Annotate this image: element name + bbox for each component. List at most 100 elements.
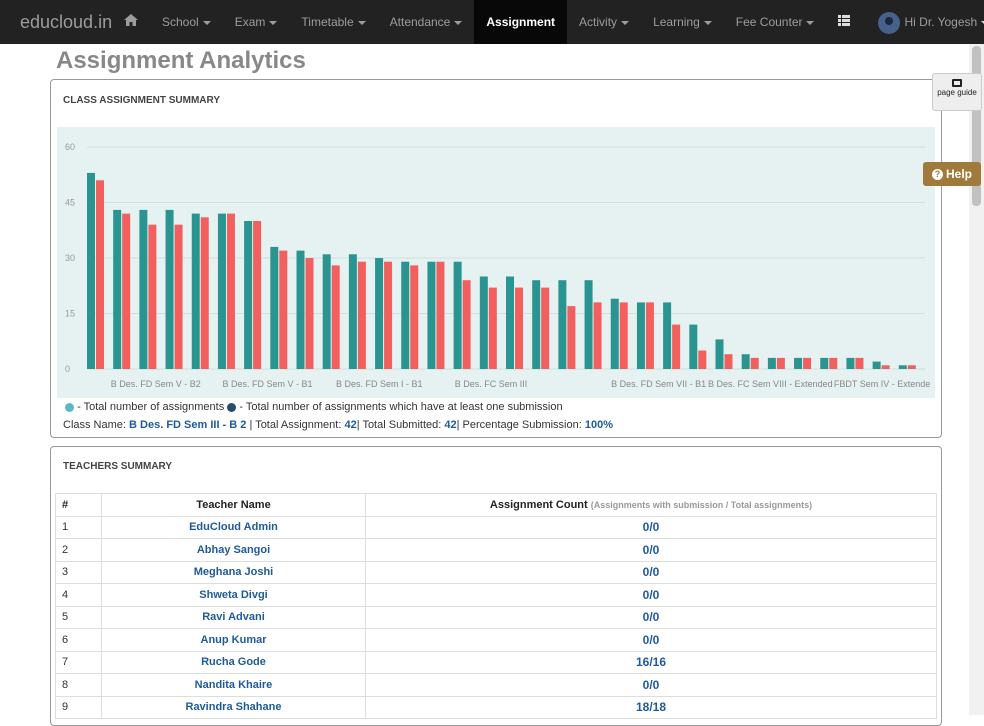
- bar-series-1[interactable]: [226, 213, 235, 369]
- bar-series-0[interactable]: [296, 250, 305, 369]
- teacher-name-link[interactable]: Meghana Joshi: [101, 560, 366, 584]
- bar-series-0[interactable]: [767, 357, 776, 369]
- nav-timetable[interactable]: Timetable: [289, 0, 377, 44]
- table-row: 6 Anup Kumar 0/0: [55, 628, 937, 652]
- nav-fee-counter[interactable]: Fee Counter: [724, 0, 827, 44]
- bar-series-1[interactable]: [750, 357, 759, 369]
- bar-series-0[interactable]: [375, 258, 384, 369]
- bar-series-1[interactable]: [698, 350, 707, 370]
- bar-series-0[interactable]: [322, 254, 331, 369]
- bar-series-1[interactable]: [384, 261, 393, 369]
- assignment-count: 16/16: [365, 650, 937, 674]
- bar-series-0[interactable]: [584, 280, 593, 369]
- table-row: 2 Abhay Sangoi 0/0: [55, 538, 937, 562]
- bar-series-1[interactable]: [829, 357, 838, 369]
- bar-series-1[interactable]: [96, 180, 104, 369]
- bar-series-1[interactable]: [672, 324, 681, 369]
- bar-series-1[interactable]: [855, 357, 864, 369]
- bar-series-0[interactable]: [794, 357, 803, 369]
- bar-series-0[interactable]: [479, 276, 488, 370]
- bar-series-0[interactable]: [610, 298, 619, 369]
- teacher-name-link[interactable]: Ravindra Shahane: [101, 695, 366, 719]
- bar-series-0[interactable]: [846, 357, 855, 369]
- bar-series-0[interactable]: [113, 209, 122, 369]
- teacher-name-link[interactable]: EduCloud Admin: [101, 515, 366, 539]
- nav-attendance[interactable]: Attendance: [378, 0, 475, 44]
- bar-series-1[interactable]: [619, 302, 628, 369]
- bar-series-0[interactable]: [558, 280, 567, 369]
- bar-series-1[interactable]: [279, 250, 288, 369]
- table-header-row: # Teacher Name Assignment Count (Assignm…: [55, 493, 937, 517]
- teacher-name-link[interactable]: Abhay Sangoi: [101, 538, 366, 562]
- bar-series-0[interactable]: [636, 302, 645, 369]
- bar-series-0[interactable]: [87, 172, 95, 369]
- bar-series-1[interactable]: [331, 265, 340, 369]
- bar-series-1[interactable]: [803, 357, 812, 369]
- bar-series-0[interactable]: [820, 357, 829, 369]
- bar-series-1[interactable]: [410, 265, 419, 369]
- bar-series-1[interactable]: [567, 306, 576, 369]
- bar-series-1[interactable]: [881, 365, 890, 369]
- bar-series-0[interactable]: [427, 261, 436, 369]
- bar-series-0[interactable]: [506, 276, 514, 370]
- bar-series-1[interactable]: [305, 258, 314, 369]
- avatar: [878, 11, 901, 34]
- bar-series-1[interactable]: [593, 302, 602, 369]
- bar-series-0[interactable]: [715, 339, 724, 369]
- bar-series-0[interactable]: [663, 302, 672, 369]
- bar-series-0[interactable]: [898, 365, 907, 369]
- total-submitted-label: Total Submitted:: [362, 419, 442, 431]
- nav-assignment[interactable]: Assignment: [474, 0, 568, 44]
- bar-series-1[interactable]: [357, 261, 366, 369]
- nav-learning[interactable]: Learning: [641, 0, 724, 44]
- bar-series-1[interactable]: [436, 261, 445, 369]
- user-menu[interactable]: Hi Dr. Yogesh: [862, 0, 984, 44]
- teacher-name-link[interactable]: Anup Kumar: [101, 628, 366, 652]
- bar-series-0[interactable]: [872, 361, 881, 369]
- teacher-name-link[interactable]: Ravi Advani: [101, 605, 366, 629]
- nav-exam[interactable]: Exam: [223, 0, 290, 44]
- bar-series-1[interactable]: [122, 213, 131, 369]
- page-guide-button[interactable]: page guide: [932, 73, 982, 111]
- bar-series-1[interactable]: [462, 280, 471, 369]
- bar-series-1[interactable]: [907, 365, 916, 369]
- bar-series-0[interactable]: [139, 209, 148, 369]
- bar-series-1[interactable]: [515, 287, 523, 369]
- bar-series-1[interactable]: [174, 224, 183, 369]
- home-icon[interactable]: [112, 0, 150, 44]
- bar-series-0[interactable]: [244, 221, 253, 369]
- bar-series-0[interactable]: [165, 209, 174, 369]
- bar-series-0[interactable]: [741, 354, 750, 369]
- bar-series-0[interactable]: [217, 213, 226, 369]
- assignment-count-subheader: (Assignments with submission / Total ass…: [590, 499, 813, 510]
- teachers-summary-title: TEACHERS SUMMARY: [63, 461, 173, 472]
- bar-series-0[interactable]: [453, 261, 462, 369]
- help-button[interactable]: ? Help: [923, 162, 981, 186]
- bar-series-0[interactable]: [532, 280, 541, 369]
- bar-series-1[interactable]: [724, 354, 733, 369]
- bar-series-1[interactable]: [253, 221, 262, 369]
- x-tick-label: B Des. FC Sem VIII - Extended: [708, 379, 833, 389]
- bar-series-0[interactable]: [191, 213, 200, 369]
- apps-grid-icon[interactable]: [826, 0, 862, 44]
- bar-series-1[interactable]: [541, 287, 550, 369]
- row-number: 9: [55, 695, 102, 719]
- teacher-name-link[interactable]: Rucha Gode: [101, 650, 366, 674]
- teacher-name-link[interactable]: Nandita Khaire: [101, 673, 366, 697]
- caret-down-icon: [454, 20, 463, 25]
- bar-series-0[interactable]: [401, 261, 410, 369]
- brand-logo[interactable]: educloud.in: [0, 0, 112, 44]
- nav-activity[interactable]: Activity: [567, 0, 641, 44]
- bar-series-0[interactable]: [348, 254, 357, 369]
- bar-series-1[interactable]: [645, 302, 654, 369]
- bar-series-1[interactable]: [200, 217, 209, 369]
- teachers-table: # Teacher Name Assignment Count (Assignm…: [55, 493, 937, 719]
- bar-series-0[interactable]: [270, 246, 279, 369]
- teacher-name-link[interactable]: Shweta Divgi: [101, 583, 366, 607]
- bar-series-1[interactable]: [776, 357, 785, 369]
- nav-school[interactable]: School: [150, 0, 223, 44]
- bar-series-1[interactable]: [488, 287, 497, 369]
- bar-series-1[interactable]: [148, 224, 157, 369]
- bar-series-0[interactable]: [689, 324, 698, 369]
- row-number: 1: [55, 515, 102, 539]
